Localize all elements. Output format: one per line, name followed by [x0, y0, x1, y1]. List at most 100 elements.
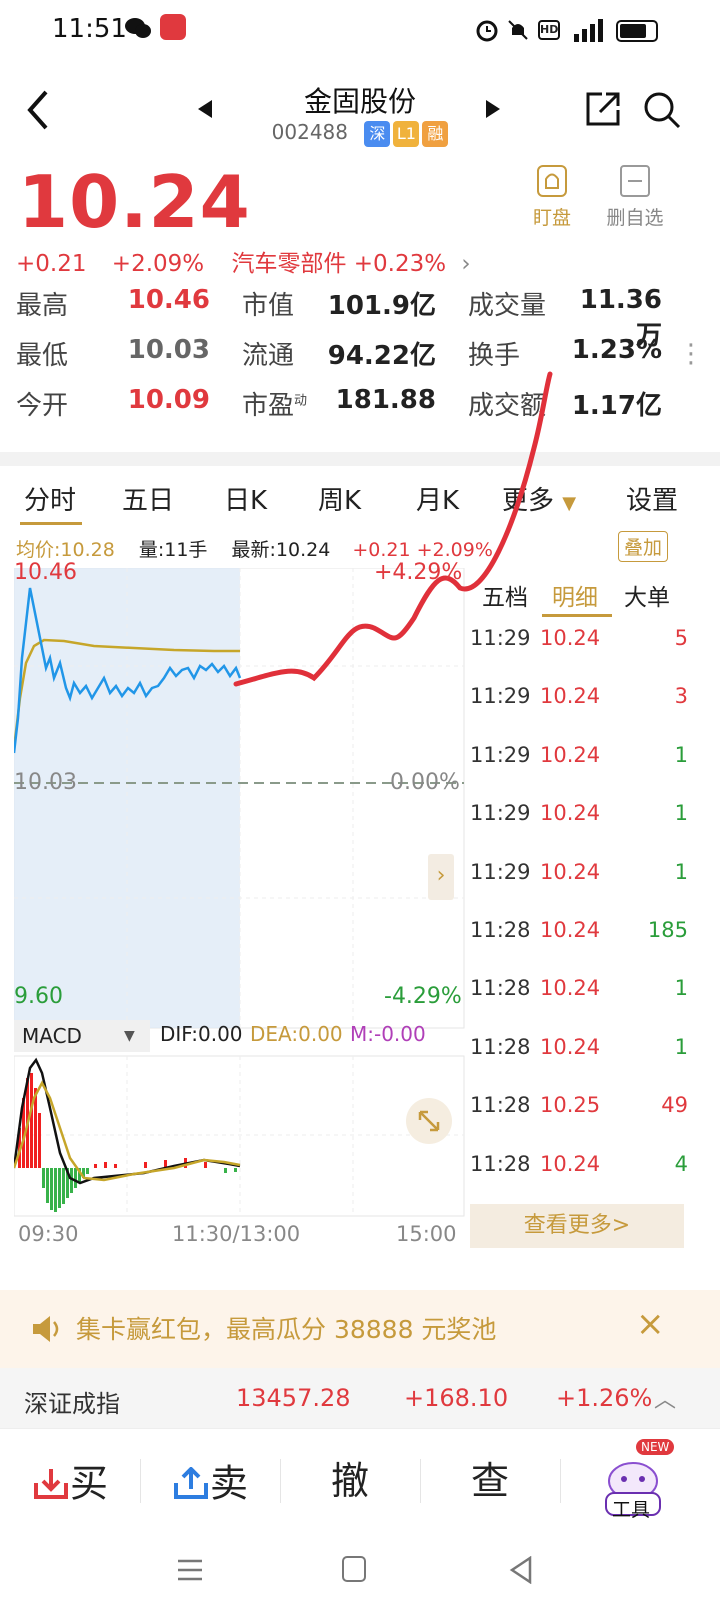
deal-price: 10.24: [540, 742, 601, 767]
index-ticker[interactable]: 深证成指 13457.28 +168.10 +1.26% ︿: [0, 1368, 720, 1428]
top-pct-label: +4.29%: [374, 560, 463, 585]
banner-text: 集卡赢红包，最高瓜分 38888 元奖池: [76, 1315, 497, 1344]
macd-dea: DEA:0.00: [250, 1022, 343, 1046]
deal-price: 10.24: [540, 1034, 601, 1059]
macd-dif: DIF:0.00: [160, 1022, 243, 1046]
deal-price: 10.24: [540, 918, 601, 942]
fullscreen-icon[interactable]: [406, 1098, 452, 1144]
trade-toolbar: 买 卖 撤 查 NEW 工具: [0, 1428, 720, 1532]
deal-tab-indicator: [542, 614, 612, 617]
tab-tick-detail[interactable]: 明细: [552, 578, 598, 612]
next-stock-icon[interactable]: [484, 98, 502, 124]
remove-watchlist-button[interactable]: 删自选: [600, 164, 670, 230]
sector-link[interactable]: 汽车零部件 +0.23%: [231, 251, 446, 277]
wechat-icon: [124, 16, 152, 40]
close-icon[interactable]: ×: [636, 1304, 665, 1344]
time-mid: 11:30/13:00: [172, 1222, 301, 1246]
macd-panel-frame: [13, 1055, 465, 1217]
deal-time: 11:28: [470, 976, 531, 1001]
search-icon[interactable]: [642, 90, 682, 134]
tag-l1: L1: [393, 120, 420, 147]
buy-button[interactable]: 买: [0, 1429, 140, 1533]
low-label: 最低: [16, 341, 69, 371]
macd-histogram: [18, 1073, 237, 1212]
query-button[interactable]: 查: [420, 1429, 560, 1533]
deal-price: 10.24: [540, 684, 601, 709]
deal-tabs: 五档 明细 大单: [482, 568, 708, 617]
change-row: +0.21 +2.09% 汽车零部件 +0.23% ›: [16, 244, 471, 278]
watch-button[interactable]: 盯盘: [526, 164, 578, 230]
stock-header: 金固股份 002488 深 L1 融: [0, 68, 720, 158]
mcap-value: 101.9亿: [327, 291, 436, 321]
index-change: +168.10: [404, 1384, 509, 1412]
high-label: 最高: [16, 291, 69, 321]
deal-row: 11:28 10.24 1: [470, 1034, 708, 1095]
deal-row: 11:29 10.24 1: [470, 859, 708, 920]
deal-time: 11:29: [470, 684, 531, 709]
chevron-right-icon: ›: [461, 251, 471, 277]
deal-time: 11:29: [470, 742, 531, 767]
deal-volume: 49: [661, 1093, 688, 1118]
deal-time: 11:28: [470, 1151, 531, 1176]
cancel-order-button[interactable]: 撤: [280, 1429, 420, 1533]
deal-row: 11:28 10.24 185: [470, 918, 708, 978]
vol-label: 成交量: [468, 291, 547, 321]
alarm-icon: [475, 18, 499, 46]
macd-selector[interactable]: MACD ▼: [14, 1020, 150, 1052]
turnover-value: 1.23%: [571, 335, 662, 365]
tools-button[interactable]: NEW 工具: [600, 1439, 675, 1523]
current-price: 10.24: [18, 160, 251, 244]
menu-icon[interactable]: [176, 1558, 204, 1586]
tab-order-book[interactable]: 五档: [482, 578, 528, 612]
deal-volume: 3: [674, 684, 688, 709]
deal-volume: 1: [674, 742, 688, 767]
intraday-chart[interactable]: 10.46 +4.29% 10.03 0.00% 9.60 -4.29% › M…: [12, 371, 553, 1258]
sell-button[interactable]: 卖: [140, 1429, 280, 1533]
deal-row: 11:29 10.24 1: [470, 742, 708, 803]
time-start: 09:30: [18, 1222, 79, 1246]
tools-label: 工具: [612, 1499, 651, 1521]
deal-time: 11:29: [470, 859, 531, 884]
deal-time: 11:28: [470, 1034, 531, 1059]
home-icon[interactable]: [342, 1556, 366, 1582]
tag-margin: 融: [422, 120, 449, 147]
app-badge-icon: [160, 14, 186, 40]
deal-row: 11:28 10.25 49: [470, 1093, 708, 1153]
upload-icon: [173, 1465, 208, 1499]
battery-icon: [616, 20, 658, 42]
float-label: 流通: [242, 341, 295, 371]
promo-banner[interactable]: 集卡赢红包，最高瓜分 38888 元奖池 ×: [0, 1290, 720, 1368]
expand-panel-button[interactable]: ›: [428, 854, 454, 900]
deal-price: 10.24: [540, 801, 601, 826]
view-more-button[interactable]: 查看更多>: [470, 1204, 684, 1248]
tab-settings[interactable]: 设置: [626, 480, 678, 517]
bottom-pct-label: -4.29%: [384, 984, 462, 1009]
price-change: +0.21: [16, 251, 87, 277]
deal-price: 10.24: [540, 976, 601, 1001]
share-icon[interactable]: [584, 90, 622, 132]
download-icon: [33, 1468, 68, 1499]
stock-code: 002488: [271, 120, 348, 144]
index-value: 13457.28: [236, 1384, 351, 1412]
more-vert-icon[interactable]: ⋮: [678, 339, 704, 369]
mute-icon: [506, 18, 530, 46]
back-nav-icon[interactable]: [508, 1555, 534, 1588]
deal-row: 11:29 10.24 1: [470, 801, 708, 861]
deal-price: 10.24: [540, 1151, 601, 1176]
tab-big-orders[interactable]: 大单: [624, 578, 670, 612]
deal-volume: 1: [674, 859, 688, 884]
hd-icon: HD: [538, 20, 560, 40]
time-end: 15:00: [396, 1222, 457, 1246]
deal-volume: 5: [674, 626, 688, 650]
index-name: 深证成指: [24, 1390, 120, 1418]
top-price-label: 10.46: [14, 560, 77, 585]
overlay-button[interactable]: 叠加: [618, 531, 669, 562]
deal-volume: 185: [647, 918, 688, 942]
deal-row: 11:29 10.24 3: [470, 684, 708, 744]
deal-time: 11:28: [470, 1093, 531, 1118]
deal-volume: 1: [674, 801, 688, 826]
mid-pct-label: 0.00%: [390, 770, 460, 795]
deal-time: 11:28: [470, 918, 531, 942]
macd-caret-icon: ▼: [124, 1028, 135, 1044]
status-time: 11:51: [52, 14, 127, 44]
